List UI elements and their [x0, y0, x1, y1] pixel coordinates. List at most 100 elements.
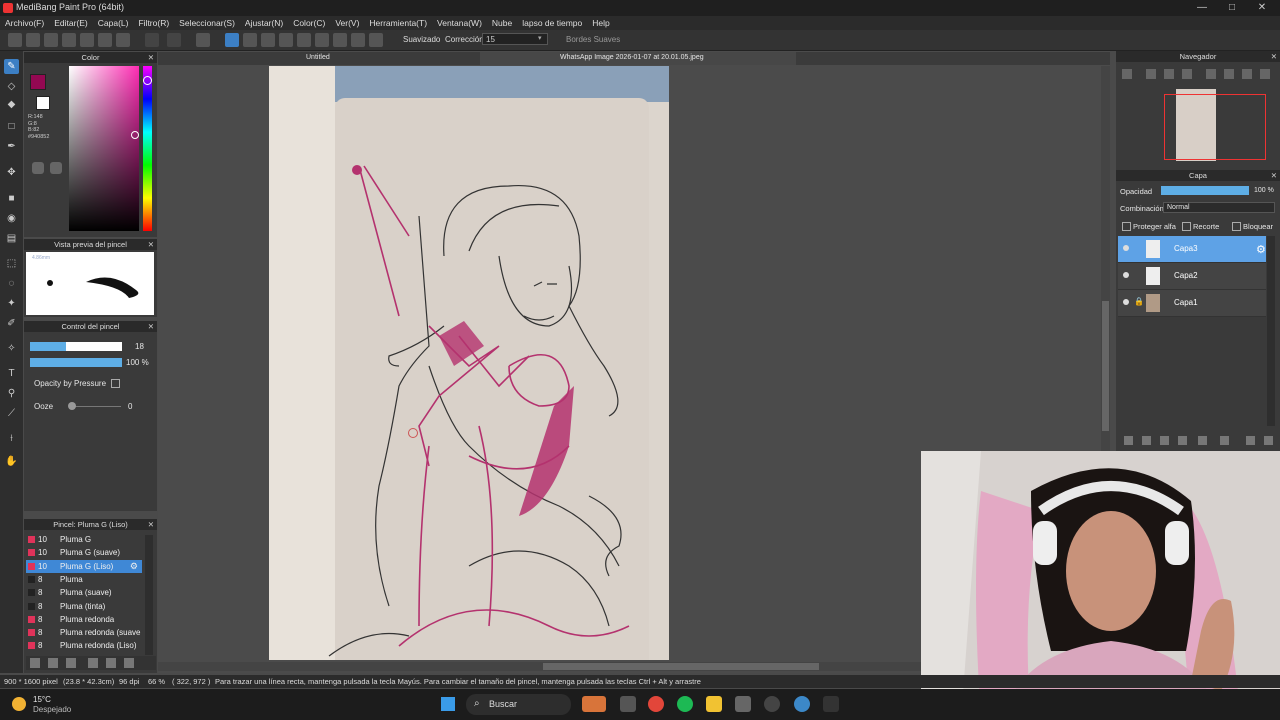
brush-item[interactable]: 8 Pluma (suave) — [26, 586, 142, 599]
add-brush-icon[interactable] — [66, 658, 76, 668]
menu-ventana[interactable]: Ventana(W) — [432, 16, 487, 30]
snap-off-icon[interactable] — [225, 33, 239, 47]
menu-archivo[interactable]: Archivo(F) — [0, 16, 49, 30]
shape-tool-icon[interactable]: □ — [4, 119, 19, 134]
circle-snap-icon[interactable] — [315, 33, 329, 47]
close-icon[interactable]: ✕ — [148, 52, 154, 63]
close-icon[interactable]: ✕ — [148, 321, 154, 332]
select-pen-tool-icon[interactable]: ✐ — [4, 316, 19, 331]
brush-item[interactable]: 8 Pluma redonda — [26, 613, 142, 626]
ooze-handle[interactable] — [68, 402, 76, 410]
menu-nube[interactable]: Nube — [487, 16, 517, 30]
merge-layer-icon[interactable] — [1220, 436, 1229, 445]
brush-item[interactable]: 10 Pluma G — [26, 533, 142, 546]
new-8bit-layer-icon[interactable] — [1160, 436, 1169, 445]
zoom-reset-icon[interactable] — [1182, 69, 1192, 79]
rotate-left-icon[interactable] — [1242, 69, 1252, 79]
eye-icon[interactable] — [1123, 272, 1129, 278]
eye-icon[interactable] — [1123, 245, 1129, 251]
clip-checkbox[interactable] — [1182, 222, 1191, 231]
dot-tool-icon[interactable]: ◆ — [4, 97, 19, 112]
layer-row[interactable]: Capa2 — [1118, 263, 1266, 290]
move-tool-icon[interactable]: ✥ — [4, 165, 19, 180]
navigator-viewport[interactable] — [1164, 94, 1266, 160]
layer-scrollbar[interactable] — [1267, 236, 1275, 426]
pen-tool-icon[interactable]: ✒ — [4, 139, 19, 154]
operation-tool-icon[interactable]: ⚲ — [4, 386, 19, 401]
gear-icon[interactable] — [369, 33, 383, 47]
brush-item[interactable]: 10 Pluma G (suave) — [26, 546, 142, 559]
parallel-snap-icon[interactable] — [243, 33, 257, 47]
color-wheel-icon[interactable] — [32, 162, 44, 174]
menu-filtro[interactable]: Filtro(R) — [133, 16, 174, 30]
divide-tool-icon[interactable]: ⟋ — [4, 406, 19, 421]
maximize-button[interactable]: □ — [1220, 1, 1244, 15]
brush-item[interactable]: 10 Pluma G (Liso) ⚙ — [26, 559, 142, 573]
menu-help[interactable]: Help — [587, 16, 614, 30]
redo-icon[interactable] — [167, 33, 181, 47]
copy-icon[interactable] — [80, 33, 94, 47]
brush-item[interactable]: 8 Pluma redonda (Liso) — [26, 639, 142, 652]
rotate-icon[interactable] — [1206, 69, 1216, 79]
minimize-button[interactable]: — — [1190, 1, 1214, 15]
tab-untitled[interactable]: Untitled — [158, 52, 478, 65]
search-box[interactable]: ⌕ Buscar — [466, 694, 571, 715]
chrome-icon[interactable] — [648, 696, 664, 712]
vanishing-snap-icon[interactable] — [279, 33, 293, 47]
eye-icon[interactable] — [1123, 299, 1129, 305]
brush-item[interactable]: 8 Pluma (tinta) — [26, 600, 142, 613]
curve-snap-icon[interactable] — [333, 33, 347, 47]
color-sv-square[interactable] — [69, 66, 139, 231]
close-icon[interactable]: ✕ — [148, 239, 154, 250]
hand-tool-icon[interactable]: ✋ — [4, 454, 19, 469]
windows-start-icon[interactable] — [441, 697, 455, 711]
cloud-icon[interactable] — [8, 33, 22, 47]
lock-checkbox[interactable] — [1232, 222, 1241, 231]
paste-icon[interactable] — [98, 33, 112, 47]
chrome-alt-icon[interactable] — [794, 696, 810, 712]
brush-item[interactable]: 8 Pluma — [26, 573, 142, 586]
trash-icon[interactable] — [1264, 436, 1273, 445]
menu-ver[interactable]: Ver(V) — [330, 16, 364, 30]
file-explorer-icon[interactable] — [706, 696, 722, 712]
primary-color-swatch[interactable] — [30, 74, 46, 90]
palette-icon[interactable] — [50, 162, 62, 174]
menu-herramienta[interactable]: Herramienta(T) — [364, 16, 432, 30]
close-button[interactable]: ✕ — [1250, 1, 1274, 15]
undo-icon[interactable] — [145, 33, 159, 47]
menu-ajustar[interactable]: Ajustar(N) — [240, 16, 288, 30]
tab-whatsapp-image[interactable]: WhatsApp Image 2026-01-07 at 20.01.05.jp… — [480, 52, 796, 65]
eyedropper-tool-icon[interactable]: ⟊ — [4, 431, 19, 446]
save-icon[interactable] — [62, 33, 76, 47]
brush-list-scrollbar[interactable] — [145, 535, 153, 655]
opacity-pressure-checkbox[interactable] — [111, 379, 120, 388]
gradient-tool-icon[interactable]: ▤ — [4, 231, 19, 246]
new-layer-icon[interactable] — [1124, 436, 1133, 445]
rotate-right-icon[interactable] — [1260, 69, 1270, 79]
brush-folder-icon[interactable] — [106, 658, 116, 668]
brush-duplicate-icon[interactable] — [124, 658, 134, 668]
zoom-in-icon[interactable] — [1122, 69, 1132, 79]
spotify-icon[interactable] — [677, 696, 693, 712]
brush-opacity-slider[interactable] — [30, 358, 122, 367]
open-file-icon[interactable] — [44, 33, 58, 47]
blend-mode-select[interactable]: Normal — [1163, 202, 1275, 213]
drawing-canvas[interactable] — [269, 66, 669, 660]
bucket-tool-icon[interactable]: ◉ — [4, 211, 19, 226]
zoom-out-icon[interactable] — [1146, 69, 1156, 79]
ooze-slider[interactable] — [69, 406, 121, 407]
secondary-color-swatch[interactable] — [36, 96, 50, 110]
magic-wand-tool-icon[interactable]: ✦ — [4, 296, 19, 311]
fullscreen-icon[interactable] — [1224, 69, 1234, 79]
brush-copy-icon[interactable] — [88, 658, 98, 668]
fit-icon[interactable] — [1164, 69, 1174, 79]
brush-size-slider[interactable] — [30, 342, 122, 351]
menu-capa[interactable]: Capa(L) — [93, 16, 134, 30]
layer-settings-gear-icon[interactable]: ⚙ — [1256, 243, 1266, 256]
layer-opacity-slider[interactable] — [1161, 186, 1249, 195]
new-brush-icon[interactable] — [48, 658, 58, 668]
select-eraser-tool-icon[interactable]: ✧ — [4, 341, 19, 356]
duplicate-layer-icon[interactable] — [1178, 436, 1187, 445]
cross-snap-icon[interactable] — [261, 33, 275, 47]
obs-icon[interactable] — [764, 696, 780, 712]
